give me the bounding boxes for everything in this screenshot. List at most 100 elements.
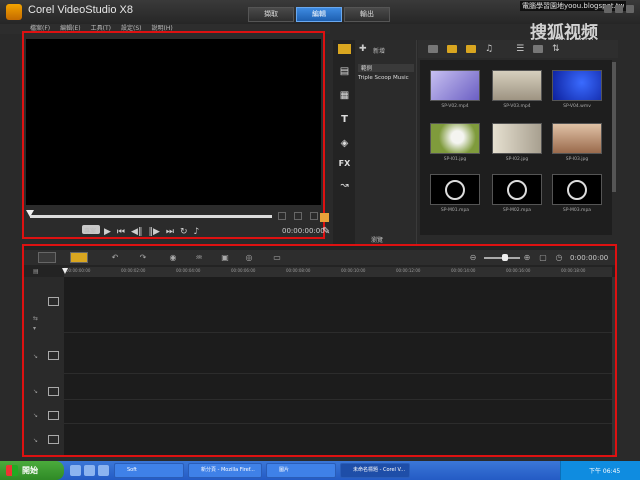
- subtitle-editor-icon[interactable]: ▭: [272, 253, 282, 262]
- library-item[interactable]: SP-V02.mp4: [426, 70, 484, 109]
- system-tray: 下午 06:45: [560, 461, 640, 480]
- path-icon[interactable]: ↝: [338, 180, 351, 192]
- start-button[interactable]: 開始: [0, 461, 64, 480]
- sound-mixer-icon[interactable]: ♒: [194, 253, 204, 262]
- track-mute-icon[interactable]: ↘: [33, 412, 38, 419]
- track-divider: [64, 423, 612, 424]
- library-item[interactable]: SP-V04.wmv: [548, 70, 606, 109]
- graphic-icon[interactable]: ◈: [338, 138, 351, 150]
- quicklaunch-icon[interactable]: [84, 465, 95, 476]
- home-icon[interactable]: ⏮: [117, 226, 125, 238]
- play-icon[interactable]: ▶: [104, 226, 111, 238]
- zoom-out-icon[interactable]: ⊖: [468, 253, 478, 262]
- browse-button[interactable]: 瀏覽: [371, 235, 383, 244]
- motion-tracking-icon[interactable]: ◎: [244, 253, 254, 262]
- expand-tracks-icon[interactable]: ▾: [33, 325, 36, 332]
- library-item[interactable]: SP-I02.jpg: [488, 123, 546, 162]
- thumbnail-view-icon[interactable]: [533, 45, 544, 53]
- transition-icon[interactable]: ▦: [338, 90, 351, 102]
- library-folders: ✚ 新增 範例 Triple Scoop Music 瀏覽: [355, 40, 417, 245]
- fit-project-icon[interactable]: ▢: [538, 253, 548, 262]
- library-item[interactable]: SP-M01.mpa: [426, 174, 484, 213]
- playhead[interactable]: [62, 268, 68, 274]
- list-view-icon[interactable]: ☰: [516, 44, 524, 54]
- taskbar-item-firefox[interactable]: 新分頁 - Mozilla Firef...: [188, 463, 262, 478]
- ruler-mark: 00:00:04:00: [176, 268, 201, 273]
- track-mute-icon[interactable]: ↘: [33, 437, 38, 444]
- library-item[interactable]: SP-M02.mpa: [488, 174, 546, 213]
- pencil-icon[interactable]: ✎: [322, 226, 330, 237]
- sort-icon[interactable]: ⇅: [552, 44, 560, 54]
- timeline-timecode[interactable]: 0:00:00:00: [570, 254, 608, 262]
- close-icon[interactable]: [626, 5, 634, 13]
- taskbar-item-pictures[interactable]: 圖片: [266, 463, 336, 478]
- redo-icon[interactable]: ↷: [138, 253, 148, 262]
- trim-end-icon[interactable]: [310, 212, 318, 220]
- player-timecode[interactable]: 00:00:00:00: [282, 227, 325, 235]
- show-photos-icon[interactable]: [466, 45, 476, 53]
- library-item[interactable]: SP-I01.jpg: [426, 123, 484, 162]
- library-item[interactable]: SP-M03.mpa: [548, 174, 606, 213]
- previous-frame-icon[interactable]: ◀‖: [131, 226, 142, 238]
- storyboard-view-button[interactable]: [38, 252, 56, 263]
- workspace-tabs: 擷取 編輯 輸出: [248, 7, 390, 22]
- media-category-icon[interactable]: [338, 44, 351, 54]
- tab-edit[interactable]: 編輯: [296, 7, 342, 22]
- timeline-ruler[interactable]: 00:00:00:00 00:00:02:00 00:00:04:00 00:0…: [64, 267, 612, 277]
- library-item[interactable]: SP-V03.mp4: [488, 70, 546, 109]
- folder-item-samples[interactable]: 範例: [358, 64, 414, 72]
- clock: 下午 06:45: [589, 468, 621, 475]
- video-track-icon[interactable]: [48, 297, 59, 306]
- volume-icon[interactable]: ♪: [194, 226, 200, 238]
- maximize-icon[interactable]: [615, 5, 623, 13]
- minimize-icon[interactable]: [604, 5, 612, 13]
- app-title: Corel VideoStudio X8: [28, 4, 133, 16]
- music-track-icon[interactable]: [48, 435, 59, 444]
- title-track-icon[interactable]: [48, 387, 59, 396]
- timeline-view-button[interactable]: [70, 252, 88, 263]
- show-audio-icon[interactable]: ♫: [485, 44, 493, 54]
- trim-start-icon[interactable]: [278, 212, 286, 220]
- tab-share[interactable]: 輸出: [344, 7, 390, 22]
- taskbar-item-soft[interactable]: Soft: [114, 463, 184, 478]
- track-manager-icon[interactable]: ▤: [33, 268, 39, 275]
- enlarge-preview-icon[interactable]: [320, 213, 329, 222]
- split-icon[interactable]: [294, 212, 302, 220]
- add-folder-label[interactable]: 新增: [373, 46, 385, 55]
- import-media-icon[interactable]: [428, 45, 438, 53]
- timeline-panel: ↶ ↷ ◉ ♒ ▣ ◎ ▭ ⊖ ⊕ ▢ ◷ 0:00:00:00 00:00:0…: [22, 244, 617, 457]
- instant-project-icon[interactable]: ▤: [338, 66, 351, 78]
- repeat-icon[interactable]: ↻: [180, 226, 188, 238]
- clock-icon: ◷: [555, 253, 563, 262]
- folder-item-triple-scoop[interactable]: Triple Scoop Music: [358, 75, 409, 81]
- record-capture-icon[interactable]: ◉: [168, 253, 178, 262]
- track-mute-icon[interactable]: ↘: [33, 388, 38, 395]
- start-label: 開始: [22, 466, 38, 475]
- tab-capture[interactable]: 擷取: [248, 7, 294, 22]
- next-frame-icon[interactable]: ‖▶: [148, 226, 159, 238]
- timeline-scrollbar[interactable]: [612, 277, 615, 455]
- voice-track-icon[interactable]: [48, 411, 59, 420]
- scrubber-bar[interactable]: [30, 215, 272, 218]
- auto-music-icon[interactable]: ▣: [220, 253, 230, 262]
- title-icon[interactable]: T: [338, 114, 351, 126]
- quicklaunch-icon[interactable]: [70, 465, 81, 476]
- undo-icon[interactable]: ↶: [110, 253, 120, 262]
- show-videos-icon[interactable]: [447, 45, 457, 53]
- library-thumbnails: SP-V02.mp4 SP-V03.mp4 SP-V04.wmv SP-I01.…: [420, 60, 612, 235]
- track-mute-icon[interactable]: ↘: [33, 353, 38, 360]
- library-item[interactable]: SP-I03.jpg: [548, 123, 606, 162]
- zoom-slider-knob[interactable]: [502, 254, 508, 261]
- taskbar-item-corel[interactable]: 未命名標題 - Corel V...: [340, 463, 410, 478]
- library-scrollbar[interactable]: [612, 62, 616, 192]
- ripple-editing-icon[interactable]: ⇆: [33, 315, 38, 322]
- app-logo-icon: [6, 4, 22, 20]
- tracks-area[interactable]: [64, 277, 612, 455]
- overlay-track-icon[interactable]: [48, 351, 59, 360]
- zoom-in-icon[interactable]: ⊕: [522, 253, 532, 262]
- add-folder-icon[interactable]: ✚: [359, 44, 367, 54]
- quicklaunch-icon[interactable]: [98, 465, 109, 476]
- end-icon[interactable]: ⏭: [166, 226, 174, 238]
- preview-window: [26, 39, 321, 205]
- filter-fx-icon[interactable]: FX: [338, 158, 351, 170]
